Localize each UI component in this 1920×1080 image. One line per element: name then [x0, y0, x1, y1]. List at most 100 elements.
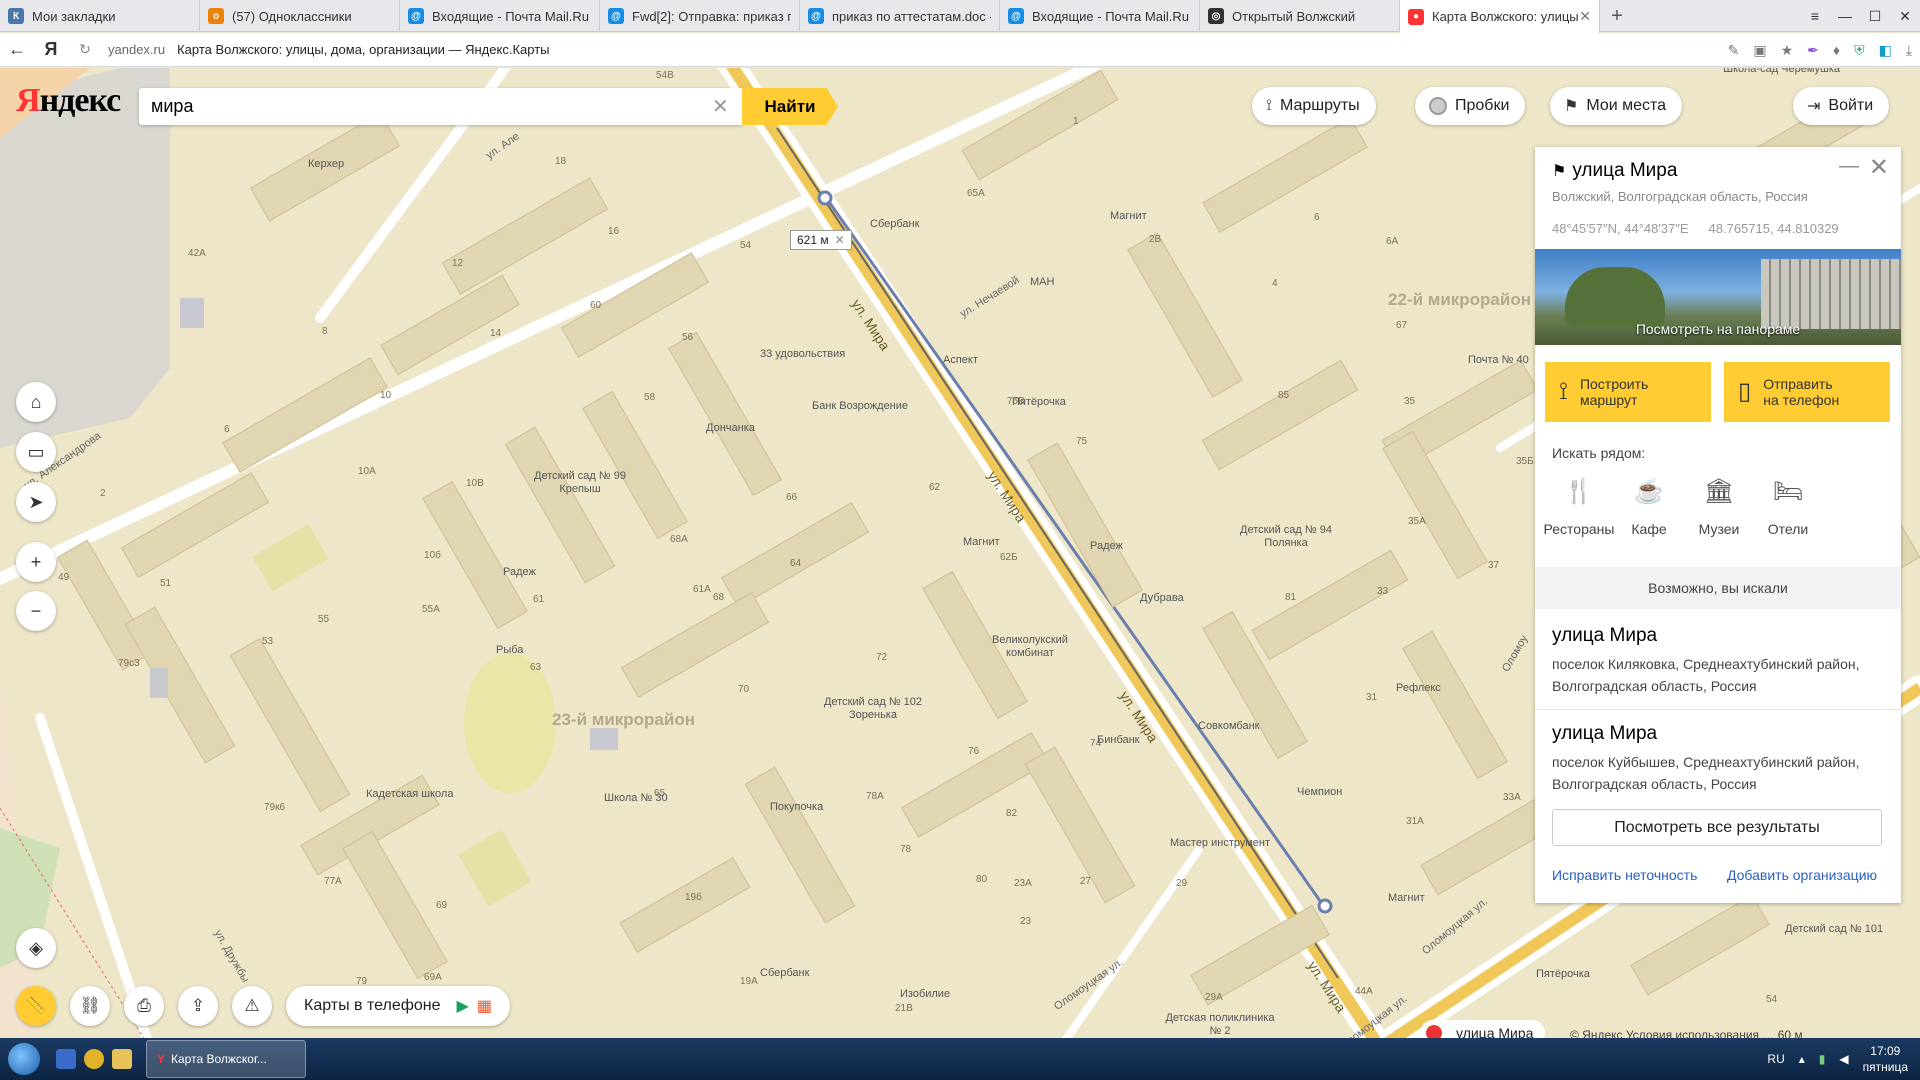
nearby-hotel[interactable]: 🛏 Отели	[1746, 477, 1830, 537]
chrome-icon[interactable]	[84, 1049, 104, 1069]
poi-label[interactable]: Детский сад № 99 Крепыш	[520, 470, 640, 496]
poi-label[interactable]: Почта № 40	[1468, 354, 1529, 367]
menu-icon[interactable]: ≡	[1800, 0, 1830, 32]
fix-inaccuracy-link[interactable]: Исправить неточность	[1552, 867, 1697, 883]
poi-label[interactable]: Детский сад № 94 Полянка	[1226, 524, 1346, 550]
poi-label[interactable]: Керхер	[308, 158, 344, 171]
result-item[interactable]: улица Мира поселок Куйбышев, Среднеахтуб…	[1552, 723, 1892, 795]
coords-decimal[interactable]: 48.765715, 44.810329	[1709, 221, 1839, 236]
share-button[interactable]: ⇪	[178, 986, 218, 1026]
panorama-button[interactable]: ⛓	[70, 986, 110, 1026]
poi-label[interactable]: Аспект	[943, 354, 978, 367]
poi-label[interactable]: Рыба	[496, 644, 523, 657]
explorer-icon[interactable]	[112, 1049, 132, 1069]
poi-label[interactable]: Магнит	[1388, 892, 1425, 905]
result-item[interactable]: улица Мира поселок Киляковка, Среднеахту…	[1552, 625, 1892, 697]
all-results-button[interactable]: Посмотреть все результаты	[1552, 809, 1882, 846]
login-button[interactable]: ⇥ Войти	[1793, 87, 1890, 125]
distance-marker[interactable]: 621 м ✕	[790, 230, 852, 250]
poi-label[interactable]: Детская поликлиника № 2	[1160, 1012, 1280, 1038]
close-panel-icon[interactable]: ✕	[1869, 153, 1889, 182]
search-clear-icon[interactable]: ✕	[712, 94, 729, 119]
taskbar-browser-item[interactable]: Y Карта Волжског...	[146, 1040, 306, 1078]
browser-tab[interactable]: @ Fwd[2]: Отправка: приказ п	[600, 0, 800, 32]
routes-button[interactable]: ⟟ Маршруты	[1252, 87, 1376, 125]
poi-label[interactable]: Сбербанк	[870, 218, 919, 231]
poi-label[interactable]: Детский сад № 102 Зоренька	[813, 696, 933, 722]
send-to-phone-button[interactable]: ▯ Отправить на телефон	[1724, 362, 1890, 422]
close-window-icon[interactable]: ✕	[1890, 0, 1920, 32]
minimize-panel-icon[interactable]: —	[1839, 155, 1859, 178]
ie-icon[interactable]	[56, 1049, 76, 1069]
poi-label[interactable]: Банк Возрождение	[812, 400, 908, 413]
build-route-button[interactable]: ⟟ Построить маршрут	[1545, 362, 1711, 422]
browser-tab[interactable]: о (57) Одноклассники	[200, 0, 400, 32]
traffic-button[interactable]: Пробки	[1415, 87, 1526, 125]
zoom-out-button[interactable]: −	[16, 591, 56, 631]
poi-label[interactable]: Школа-сад Черемушка	[1723, 68, 1840, 76]
url-title[interactable]: Карта Волжского: улицы, дома, организаци…	[177, 42, 549, 57]
browser-tab[interactable]: ● Карта Волжского: улицы ✕	[1400, 0, 1600, 33]
add-organization-link[interactable]: Добавить организацию	[1727, 867, 1877, 883]
new-tab-button[interactable]: +	[1600, 0, 1634, 32]
poi-label[interactable]: Великолукский комбинат	[970, 634, 1090, 660]
browser-tab[interactable]: @ приказ по аттестатам.doc -	[800, 0, 1000, 32]
poi-label[interactable]: Бинбанк	[1097, 734, 1140, 747]
mobile-apps-button[interactable]: Карты в телефоне ▶ ▦	[286, 986, 510, 1026]
browser-tab[interactable]: @ Входящие - Почта Mail.Ru	[400, 0, 600, 32]
find-button[interactable]: Найти	[742, 88, 838, 125]
network-icon[interactable]: ▮	[1819, 1052, 1826, 1066]
bookmark-icon[interactable]: ⚑	[1552, 161, 1566, 181]
poi-label[interactable]: Кадетская школа	[366, 788, 453, 801]
protect-icon[interactable]: ▣	[1753, 42, 1766, 59]
poi-label[interactable]: Мастер инструмент	[1170, 837, 1270, 850]
ruler-button[interactable]: 📏	[16, 986, 56, 1026]
start-button[interactable]	[0, 1038, 48, 1080]
shield-icon[interactable]: ⛨	[1854, 42, 1865, 59]
zoom-in-button[interactable]: +	[16, 542, 56, 582]
close-tab-icon[interactable]: ✕	[1579, 8, 1591, 25]
poi-label[interactable]: Сбербанк	[760, 967, 809, 980]
distance-close-icon[interactable]: ✕	[835, 233, 845, 247]
briefcase-button[interactable]: ▭	[16, 432, 56, 472]
poi-label[interactable]: Покупочка	[770, 801, 823, 814]
poi-label[interactable]: Изобилие	[900, 988, 950, 1001]
extension2-icon[interactable]: ◧	[1879, 42, 1892, 59]
poi-label[interactable]: Радеж	[503, 566, 536, 579]
reload-icon[interactable]: ↻	[68, 33, 102, 67]
minimize-icon[interactable]: —	[1830, 0, 1860, 32]
browser-tab[interactable]: К Мои закладки	[0, 0, 200, 32]
layers-button[interactable]: ◈	[16, 928, 56, 968]
panorama-preview[interactable]: Посмотреть на панораме	[1535, 249, 1901, 345]
print-button[interactable]: ⎙	[124, 986, 164, 1026]
poi-label[interactable]: Пятёрочка	[1536, 968, 1590, 981]
poi-label[interactable]: Дончанка	[706, 422, 755, 435]
report-button[interactable]: ⚠	[232, 986, 272, 1026]
feather-icon[interactable]: ✒	[1807, 42, 1819, 59]
my-places-button[interactable]: ⚑ Мои места	[1550, 87, 1683, 125]
bookmark-star-icon[interactable]: ★	[1781, 42, 1794, 59]
pen-icon[interactable]: ✎	[1728, 42, 1740, 59]
poi-label[interactable]: МАН	[1030, 276, 1054, 289]
yandex-logo[interactable]: Яндекс	[16, 82, 121, 120]
yandex-browser-icon[interactable]: Я	[34, 33, 68, 67]
coords-dms[interactable]: 48°45′57″N, 44°48′37″E	[1552, 221, 1689, 236]
volume-icon[interactable]: ◀	[1839, 1052, 1848, 1066]
poi-label[interactable]: Чемпион	[1297, 786, 1342, 799]
poi-label[interactable]: Совкомбанк	[1198, 720, 1259, 733]
tray-arrow-icon[interactable]: ▴	[1799, 1052, 1805, 1066]
poi-label[interactable]: Рефлекс	[1396, 682, 1441, 695]
extension-icon[interactable]: ♦	[1833, 42, 1840, 58]
back-icon[interactable]: ←	[0, 33, 34, 67]
poi-label[interactable]: 33 удовольствия	[760, 348, 845, 361]
language-indicator[interactable]: RU	[1767, 1052, 1784, 1066]
poi-label[interactable]: Дубрава	[1140, 592, 1184, 605]
poi-label[interactable]: Магнит	[963, 536, 1000, 549]
download-icon[interactable]: ⤓	[1906, 42, 1912, 59]
browser-tab[interactable]: @ Входящие - Почта Mail.Ru	[1000, 0, 1200, 32]
maximize-icon[interactable]: ☐	[1860, 0, 1890, 32]
poi-label[interactable]: Радеж	[1090, 540, 1123, 553]
poi-label[interactable]: Магнит	[1110, 210, 1147, 223]
geolocation-button[interactable]: ➤	[16, 482, 56, 522]
poi-label[interactable]: Детский сад № 101	[1785, 923, 1883, 936]
